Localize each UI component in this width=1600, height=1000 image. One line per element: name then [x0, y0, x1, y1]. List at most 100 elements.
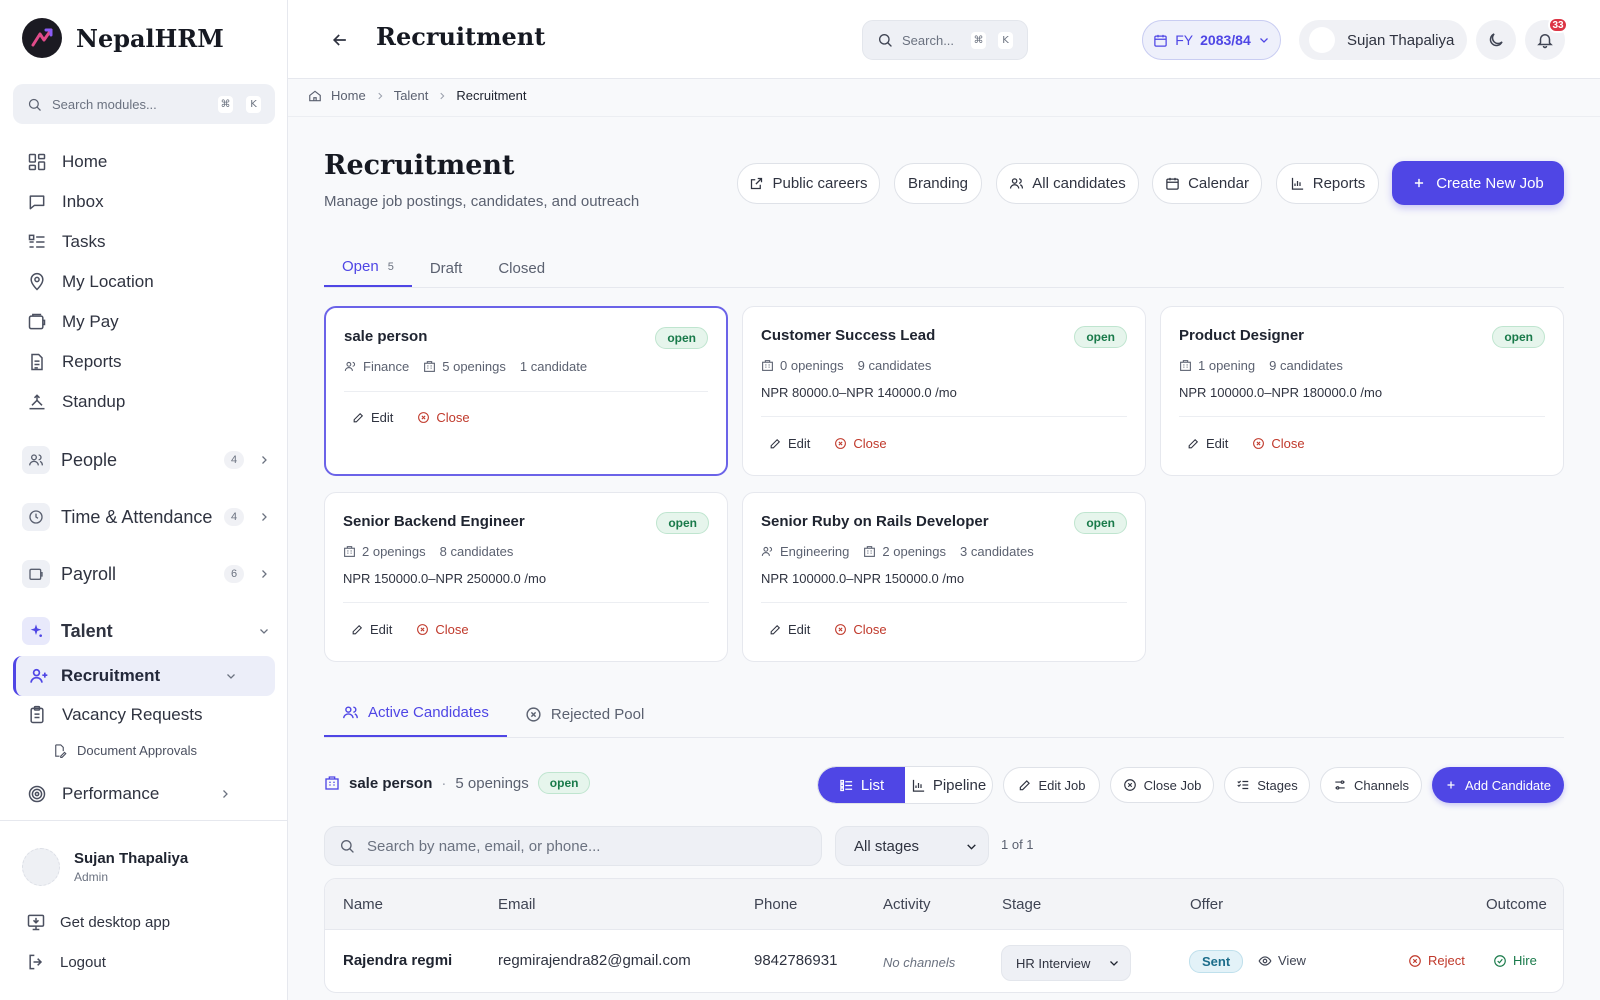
external-link-icon — [751, 177, 763, 190]
tab-active-candidates[interactable]: Active Candidates — [324, 690, 507, 738]
branding-button[interactable]: Branding — [894, 163, 982, 204]
close-job-button[interactable]: Close — [417, 410, 470, 425]
back-arrow-icon[interactable] — [330, 30, 350, 50]
tab-rejected-pool[interactable]: Rejected Pool — [507, 690, 662, 738]
logout-label: Logout — [60, 953, 106, 971]
sidebar-user[interactable]: Sujan Thapaliya Admin — [22, 848, 188, 886]
sidebar: NepalHRM Search modules... ⌘ K Home Inbox… — [0, 0, 288, 1000]
job-meta: 1 opening 9 candidates — [1179, 358, 1343, 373]
brand[interactable]: NepalHRM — [22, 18, 224, 58]
create-new-job-button[interactable]: Create New Job — [1392, 161, 1564, 205]
hire-candidate-button[interactable]: Hire — [1493, 953, 1537, 968]
logout-link[interactable]: Logout — [26, 952, 106, 972]
edit-job-button[interactable]: Edit — [352, 410, 393, 425]
sidebar-item-inbox[interactable]: Inbox — [26, 188, 104, 216]
selected-job-title: sale person — [349, 774, 433, 792]
sidebar-group-talent[interactable]: Talent — [22, 616, 272, 646]
candidate-name[interactable]: Rajendra regmi — [343, 952, 452, 969]
shortcut-cmd-key: ⌘ — [218, 95, 233, 113]
candidate-search-input[interactable]: Search by name, email, or phone... — [324, 826, 822, 866]
x-circle-icon — [835, 438, 847, 449]
sidebar-group-people[interactable]: People 4 — [22, 445, 272, 475]
job-card[interactable]: Senior Backend Engineer open 2 openings … — [324, 492, 728, 662]
sidebar-group-time-attendance[interactable]: Time & Attendance 4 — [22, 502, 272, 532]
job-card[interactable]: Product Designer open 1 opening 9 candid… — [1160, 306, 1564, 476]
status-badge: open — [1074, 326, 1127, 348]
get-desktop-app-link[interactable]: Get desktop app — [26, 912, 170, 932]
tab-open[interactable]: Open 5 — [324, 248, 412, 288]
chevron-down-icon — [225, 670, 239, 682]
user-menu[interactable]: Sujan Thapaliya — [1299, 20, 1467, 60]
edit-job-button[interactable]: Edit — [769, 436, 810, 451]
job-openings-label: 2 openings — [882, 544, 947, 559]
notifications-button[interactable]: 33 — [1525, 17, 1568, 60]
chevron-right-icon — [258, 454, 272, 466]
list-view-button[interactable]: List — [818, 767, 905, 803]
avatar — [22, 848, 60, 886]
close-job-button[interactable]: Close — [834, 622, 887, 637]
stages-button[interactable]: Stages — [1224, 767, 1310, 803]
tab-closed[interactable]: Closed — [480, 248, 563, 288]
sidebar-item-my-location[interactable]: My Location — [26, 268, 154, 296]
sidebar-footer — [0, 820, 287, 849]
fiscal-year-selector[interactable]: FY 2083/84 — [1142, 20, 1281, 60]
user-role: Admin — [74, 870, 109, 884]
sidebar-item-home[interactable]: Home — [26, 148, 107, 176]
job-openings-label: 0 openings — [780, 358, 844, 373]
job-candidates: 9 candidates — [1269, 358, 1343, 373]
channels-button[interactable]: Channels — [1320, 767, 1422, 803]
sidebar-item-recruitment[interactable]: Recruitment — [13, 656, 275, 696]
stage-filter-select[interactable]: All stages — [835, 826, 989, 866]
user-name: Sujan Thapaliya — [74, 850, 189, 867]
sidebar-item-my-pay[interactable]: My Pay — [26, 308, 119, 336]
candidate-stage-select[interactable]: HR Interview — [1001, 945, 1131, 981]
job-card[interactable]: Customer Success Lead open 0 openings 9 … — [742, 306, 1146, 476]
reports-button[interactable]: Reports — [1276, 163, 1379, 204]
edit-label: Edit — [370, 622, 393, 637]
global-search-input[interactable]: Search... ⌘ K — [862, 20, 1028, 60]
sidebar-item-document-approvals[interactable]: Document Approvals — [52, 743, 197, 758]
edit-job-button[interactable]: Edit — [351, 622, 392, 637]
edit-job-button[interactable]: Edit — [769, 622, 810, 637]
close-job-button[interactable]: Close — [416, 622, 469, 637]
view-offer-button[interactable]: View — [1258, 953, 1306, 968]
breadcrumb-talent[interactable]: Talent — [394, 88, 429, 103]
chevron-right-icon — [440, 92, 445, 99]
job-title: Customer Success Lead — [761, 327, 936, 344]
sidebar-item-standup[interactable]: Standup — [26, 388, 125, 416]
breadcrumb-home[interactable]: Home — [331, 88, 366, 103]
building-icon — [1180, 360, 1191, 371]
job-title: sale person — [344, 328, 428, 345]
pipeline-view-label: Pipeline — [932, 776, 987, 794]
close-job-button[interactable]: Close — [1252, 436, 1305, 451]
close-job-button[interactable]: Close Job — [1110, 767, 1214, 803]
calendar-button[interactable]: Calendar — [1152, 163, 1262, 204]
job-salary: NPR 150000.0–NPR 250000.0 /mo — [343, 571, 547, 586]
edit-job-button[interactable]: Edit Job — [1003, 767, 1100, 803]
sidebar-item-reports[interactable]: Reports — [26, 348, 122, 376]
job-status-tabs: Open 5 Draft Closed — [324, 248, 563, 288]
close-job-button[interactable]: Close — [834, 436, 887, 451]
view-toggle: List Pipeline — [817, 766, 993, 804]
job-card[interactable]: Senior Ruby on Rails Developer open Engi… — [742, 492, 1146, 662]
job-card-divider — [761, 416, 1127, 417]
shortcut-k-key: K — [246, 95, 261, 113]
sidebar-item-vacancy-requests[interactable]: Vacancy Requests — [26, 701, 202, 729]
sidebar-group-payroll[interactable]: Payroll 6 — [22, 559, 272, 589]
add-candidate-button[interactable]: Add Candidate — [1432, 767, 1564, 803]
sidebar-group-count: 4 — [224, 508, 244, 526]
reject-candidate-button[interactable]: Reject — [1408, 953, 1465, 968]
sidebar-item-performance[interactable]: Performance — [26, 780, 231, 808]
list-icon — [840, 779, 852, 791]
job-meta: Engineering 2 openings 3 candidates — [761, 544, 1034, 559]
all-candidates-button[interactable]: All candidates — [996, 163, 1139, 204]
public-careers-button[interactable]: Public careers — [737, 163, 880, 204]
sidebar-item-tasks[interactable]: Tasks — [26, 228, 105, 256]
job-card[interactable]: sale person open Finance 5 openings 1 ca… — [324, 306, 728, 476]
tab-draft[interactable]: Draft — [412, 248, 481, 288]
pencil-icon — [352, 624, 363, 635]
edit-job-button[interactable]: Edit — [1187, 436, 1228, 451]
theme-toggle-button[interactable] — [1476, 20, 1516, 60]
pipeline-view-button[interactable]: Pipeline — [905, 767, 992, 803]
module-search-input[interactable]: Search modules... ⌘ K — [13, 84, 275, 124]
